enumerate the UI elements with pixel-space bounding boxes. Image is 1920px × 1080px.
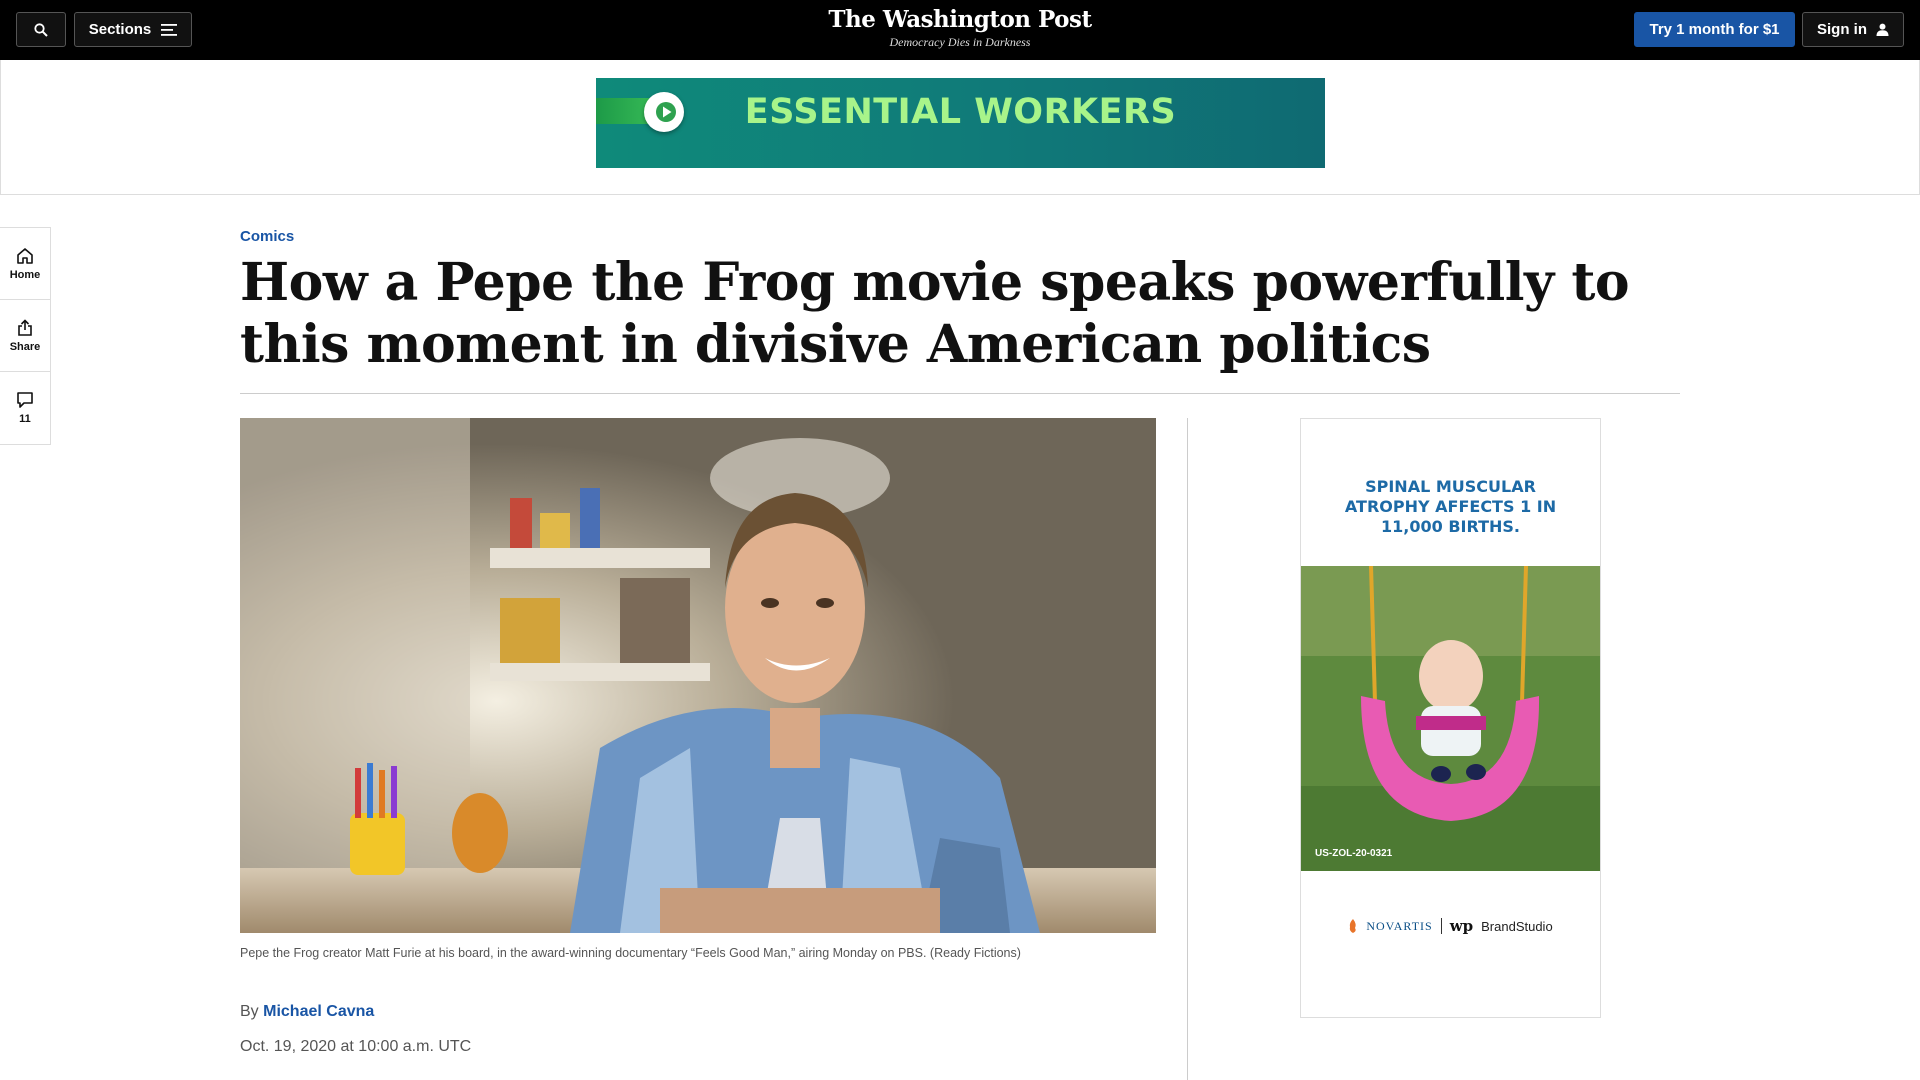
share-icon	[18, 318, 32, 336]
comment-icon	[17, 392, 33, 408]
byline-prefix: By	[240, 1003, 259, 1020]
sidebar-ad-line-2: ATROPHY AFFECTS 1 IN	[1344, 497, 1557, 516]
user-icon	[1876, 23, 1889, 36]
home-icon	[17, 247, 33, 264]
novartis-brand: NOVARTIS	[1366, 918, 1433, 933]
sidebar-ad-brands: NOVARTIS wp BrandStudio	[1301, 917, 1600, 935]
top-banner-ad[interactable]: ESSENTIAL WORKERS	[596, 78, 1325, 168]
rail-comments-count: 11	[19, 413, 31, 425]
headline-divider	[240, 393, 1680, 394]
sign-in-button[interactable]: Sign in	[1802, 12, 1904, 47]
brand-separator	[1440, 918, 1442, 934]
lead-photo[interactable]	[240, 418, 1156, 933]
article-headline: How a Pepe the Frog movie speaks powerfu…	[240, 252, 1630, 375]
sidebar-ad-line-1: SPINAL MUSCULAR	[1365, 477, 1536, 496]
sidebar-ad-code: US-ZOL-20-0321	[1315, 848, 1393, 859]
rail-share-label: Share	[9, 340, 41, 353]
byline: By Michael Cavna	[240, 1003, 374, 1021]
top-navigation-bar: Sections The Washington Post Democracy D…	[0, 0, 1920, 60]
novartis-flame-icon	[1350, 919, 1356, 933]
baby-swing-illustration	[1301, 566, 1600, 871]
sidebar-ad-photo: US-ZOL-20-0321	[1301, 566, 1600, 871]
subscribe-button[interactable]: Try 1 month for $1	[1634, 12, 1795, 47]
top-ad-headline: ESSENTIAL WORKERS	[744, 92, 1177, 132]
top-ad-container: ESSENTIAL WORKERS	[0, 60, 1920, 195]
left-rail: Home Share 11	[0, 227, 51, 445]
sidebar-ad-line-3: 11,000 BIRTHS.	[1381, 517, 1520, 536]
sign-in-label: Sign in	[1817, 21, 1867, 38]
rail-home-button[interactable]: Home	[0, 228, 50, 300]
rail-comments-button[interactable]: 11	[0, 372, 50, 444]
sidebar-ad-headline: SPINAL MUSCULAR ATROPHY AFFECTS 1 IN 11,…	[1301, 477, 1600, 537]
rail-home-label: Home	[9, 268, 41, 281]
column-divider	[1187, 418, 1188, 1080]
lead-photo-illustration	[240, 418, 1156, 933]
sidebar-ad[interactable]: SPINAL MUSCULAR ATROPHY AFFECTS 1 IN 11,…	[1300, 418, 1601, 1018]
article-kicker[interactable]: Comics	[240, 228, 294, 245]
publish-date: Oct. 19, 2020 at 10:00 a.m. UTC	[240, 1038, 472, 1055]
rail-share-button[interactable]: Share	[0, 300, 50, 372]
wp-logo-icon: wp	[1449, 917, 1474, 935]
brandstudio-label: BrandStudio	[1481, 918, 1553, 934]
masthead[interactable]: The Washington Post Democracy Dies in Da…	[0, 4, 1920, 48]
author-link[interactable]: Michael Cavna	[263, 1003, 374, 1020]
site-logo[interactable]: The Washington Post	[0, 4, 1920, 36]
photo-caption: Pepe the Frog creator Matt Furie at his …	[240, 946, 1021, 960]
site-tagline: Democracy Dies in Darkness	[889, 35, 1031, 49]
